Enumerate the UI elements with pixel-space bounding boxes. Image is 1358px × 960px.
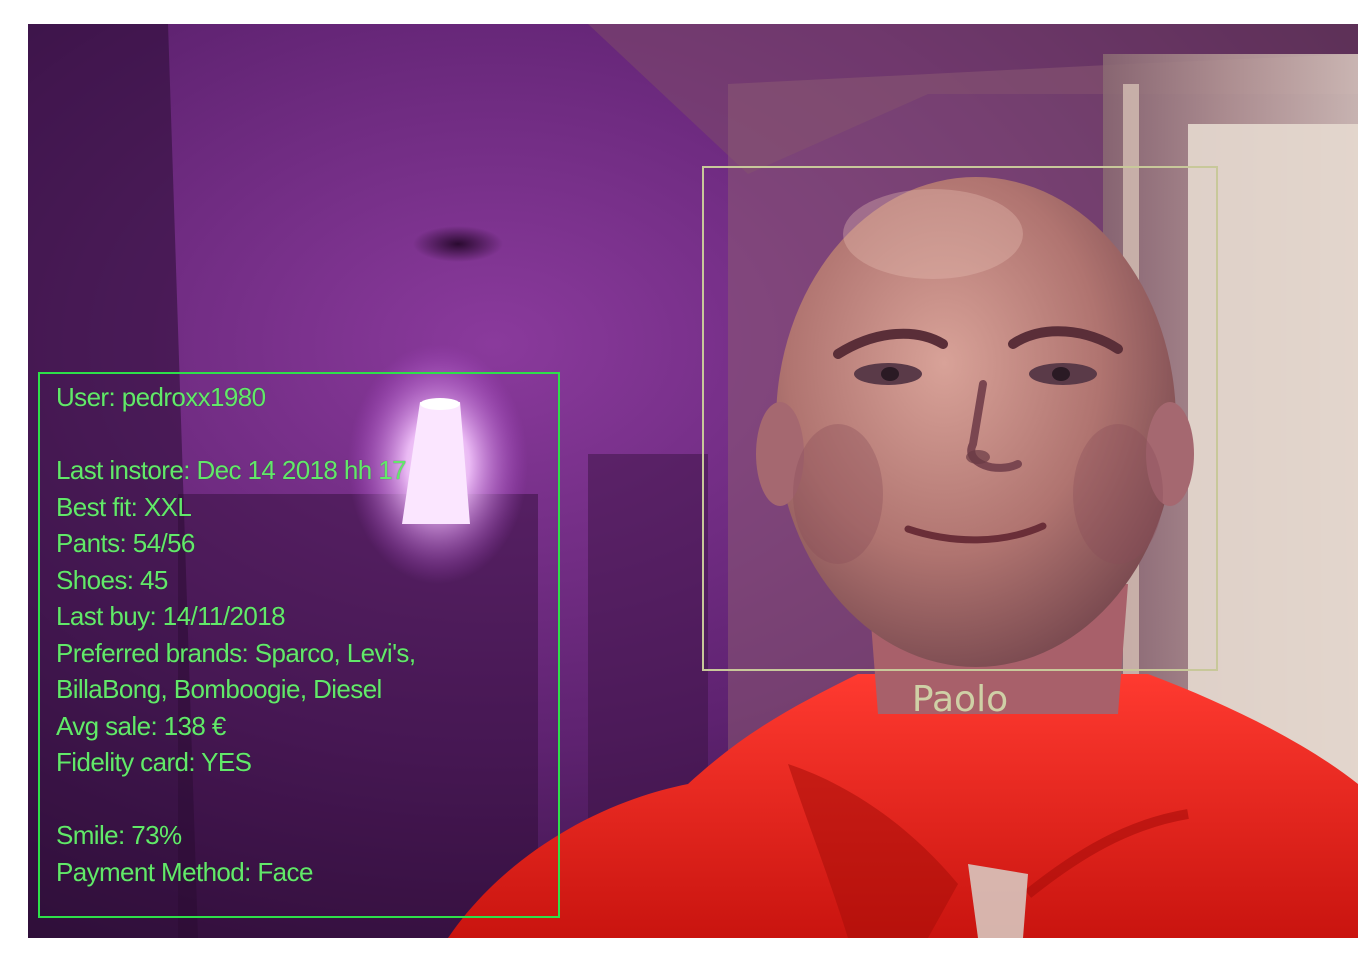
last-buy-field: Last buy: 14/11/2018 [56,601,286,631]
preferred-brands-field: Preferred brands: Sparco, Levi's, [56,637,416,668]
face-detection-box [702,166,1218,671]
camera-feed: User: pedroxx1980 Last instore: Dec 14 2… [28,24,1358,938]
fidelity-card-field: Fidelity card: YES [56,747,252,777]
screenshot-frame: User: pedroxx1980 Last instore: Dec 14 2… [0,0,1358,960]
customer-info-panel: User: pedroxx1980 Last instore: Dec 14 2… [56,379,576,890]
smile-field: Smile: 73% [56,820,182,850]
pants-field: Pants: 54/56 [56,528,195,558]
preferred-brands-field-continued: BillaBong, Bomboogie, Diesel [56,674,382,704]
best-fit-field: Best fit: XXL [56,491,192,522]
avg-sale-field: Avg sale: 138 € [56,710,226,741]
last-instore-field: Last instore: Dec 14 2018 hh 17 [56,455,407,485]
face-name-label: Paolo [911,679,1009,720]
user-field: User: pedroxx1980 [56,382,266,412]
shoes-field: Shoes: 45 [56,564,168,595]
payment-method-field: Payment Method: Face [56,856,313,887]
